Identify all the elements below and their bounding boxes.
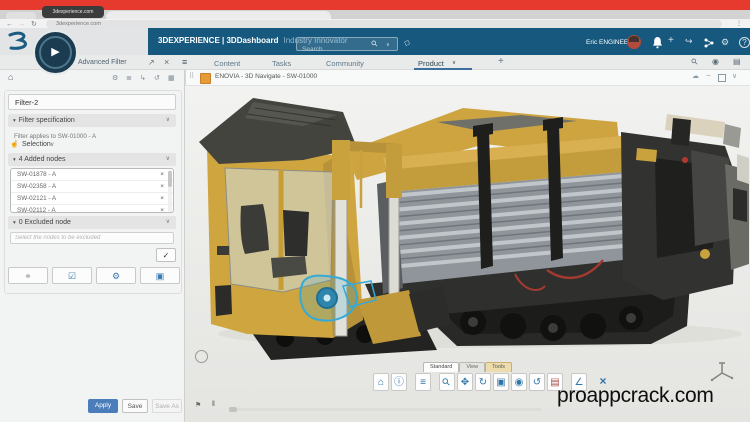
viewer-orbit-button[interactable]: ◉ [511,373,527,391]
selection-label[interactable]: Selection [22,141,51,148]
tab-product[interactable]: Product [418,59,444,68]
save-button[interactable]: Save [122,399,148,413]
ground-mode-icon[interactable] [195,350,208,363]
hamburger-icon[interactable]: ≡ [182,57,187,67]
subbar-comment-icon[interactable]: ▤ [733,57,741,67]
remove-node-icon[interactable]: × [160,181,164,192]
viewer-rotate-button[interactable]: ↻ [475,373,491,391]
node-row[interactable]: SW-02121 - A× [11,193,173,205]
panel-undo-icon[interactable]: ↺ [154,74,160,83]
add-icon[interactable]: + [668,36,674,46]
widget-chevron-icon[interactable]: ∨ [732,72,737,81]
caret-icon: ▾ [13,118,16,124]
panel-filter-icon[interactable]: ≣ [126,74,132,83]
chevron-down-icon[interactable]: ∨ [166,153,170,166]
user-avatar[interactable] [627,35,641,49]
axis-triad-icon [709,360,735,384]
search-chevron-icon[interactable]: ∨ [386,40,390,50]
selection-hand-icon[interactable]: ☝ [10,140,19,148]
chevron-down-icon[interactable]: ∨ [166,216,170,229]
brand-bold: 3DEXPERIENCE | 3DDashboard [158,36,279,45]
list-scrollbar[interactable] [168,170,172,212]
play-icon: ▶ [35,45,76,58]
viewer-pan-button[interactable]: ✥ [457,373,473,391]
node-row[interactable]: SW-01878 - A× [11,169,173,181]
filter-name-field[interactable]: Filter-2 [8,94,176,110]
tab-tasks[interactable]: Tasks [272,59,291,68]
panel-branch-icon[interactable]: ↳ [140,74,146,83]
viewer-tree-button[interactable]: ≡ [415,373,431,391]
tab-product-chevron-icon[interactable]: ∨ [452,60,456,66]
tab-content[interactable]: Content [214,59,240,68]
pause-icon[interactable]: ‖ [212,401,215,408]
remove-node-icon[interactable]: × [160,205,164,216]
global-search [296,37,398,51]
tools-icon[interactable]: ⚙ [721,37,729,47]
cloud-icon[interactable]: ☁ [692,72,699,81]
address-bar[interactable]: 3dexperience.com [46,20,722,28]
gear-tool-button[interactable]: ⚙ [96,267,136,284]
panel-title: Advanced Filter [78,59,127,66]
viewer-fit-button[interactable]: ▣ [493,373,509,391]
confirm-check-button[interactable]: ✓ [156,248,176,262]
widget-title: ENOVIA - 3D Navigate - SW-01000 [215,73,317,80]
viewer-tab-tools[interactable]: Tools [485,362,512,372]
watermark-text: proappcrack.com [557,384,714,408]
browser-tab-active[interactable] [106,11,331,19]
panel-gear-icon[interactable]: ⚙ [112,74,118,83]
selection-chevron-icon[interactable]: ∨ [50,141,54,148]
enovia-badge-icon [200,73,211,84]
tab-community[interactable]: Community [326,59,364,68]
save-as-button[interactable]: Save As [152,399,182,413]
viewer-zoom-button[interactable]: ⚲ [439,373,455,391]
remove-node-icon[interactable]: × [160,193,164,204]
viewer-turntable-button[interactable]: ↺ [529,373,545,391]
node-row[interactable]: SW-02358 - A× [11,181,173,193]
chevron-down-icon[interactable]: ∨ [166,114,170,127]
share-nodes-icon[interactable] [704,38,714,48]
3d-viewport[interactable]: Standard View Tools ⌂ ⓘ ≡ ⚲ ✥ ↻ ▣ ◉ ↺ ▤ … [185,86,750,422]
3dcompass-icon[interactable]: ▶ [33,30,78,75]
browser-tab[interactable]: 3dexperience.com [42,6,104,18]
minimize-icon[interactable]: − [706,71,711,80]
excluded-nodes-input[interactable] [10,232,174,244]
viewer-home-button[interactable]: ⌂ [373,373,389,391]
3ds-logo [4,31,32,52]
home-icon[interactable]: ⌂ [8,73,13,82]
add-tab-icon[interactable]: + [498,56,504,67]
widget-grip-icon[interactable]: ⠿ [189,72,194,80]
remove-node-icon[interactable]: × [160,169,164,180]
user-name[interactable]: Eric ENGINEER [586,39,633,46]
3d-model-drill-rig[interactable] [185,88,750,360]
browser-top-bar [0,0,750,10]
engine-block [621,114,749,300]
close-panel-icon[interactable]: × [164,57,169,67]
screen: 3dexperience.com ← → ↻ 3dexperience.com … [0,0,750,422]
timeline-flag-icon[interactable]: ⚑ [195,401,201,409]
browser-tab-stub[interactable] [6,12,36,19]
cube-tool-button[interactable]: ▣ [140,267,180,284]
notifications-bell-icon[interactable] [653,37,662,49]
subbar-eye-icon[interactable]: ◉ [712,57,719,67]
filter-spec-header[interactable]: ▾Filter specification ∨ [8,114,176,127]
viewer-tab-view[interactable]: View [459,362,485,372]
maximize-icon[interactable] [718,74,726,82]
timeline-slider[interactable] [229,408,541,411]
excluded-nodes-header[interactable]: ▾0 Excluded node ∨ [8,216,176,229]
apply-button[interactable]: Apply [88,399,118,413]
viewer-tab-standard[interactable]: Standard [423,362,459,372]
filter-applies-to: Filter applies to SW-01000 - A [14,133,96,140]
help-icon[interactable]: ? [739,37,750,48]
link-tool-button[interactable]: ⚭ [8,267,48,284]
viewer-info-button[interactable]: ⓘ [391,373,407,391]
added-nodes-header[interactable]: ▾4 Added nodes ∨ [8,153,176,166]
added-nodes-list: SW-01878 - A× SW-02358 - A× SW-02121 - A… [10,168,174,213]
checklist-tool-button[interactable]: ☑ [52,267,92,284]
share-icon[interactable]: ↪ [685,36,693,46]
panel-grid-icon[interactable]: ▦ [168,74,175,83]
search-input[interactable] [297,44,372,53]
expand-panel-icon[interactable]: ↗ [148,58,155,68]
viewer-toolbar-tabs: Standard View Tools [423,362,512,372]
